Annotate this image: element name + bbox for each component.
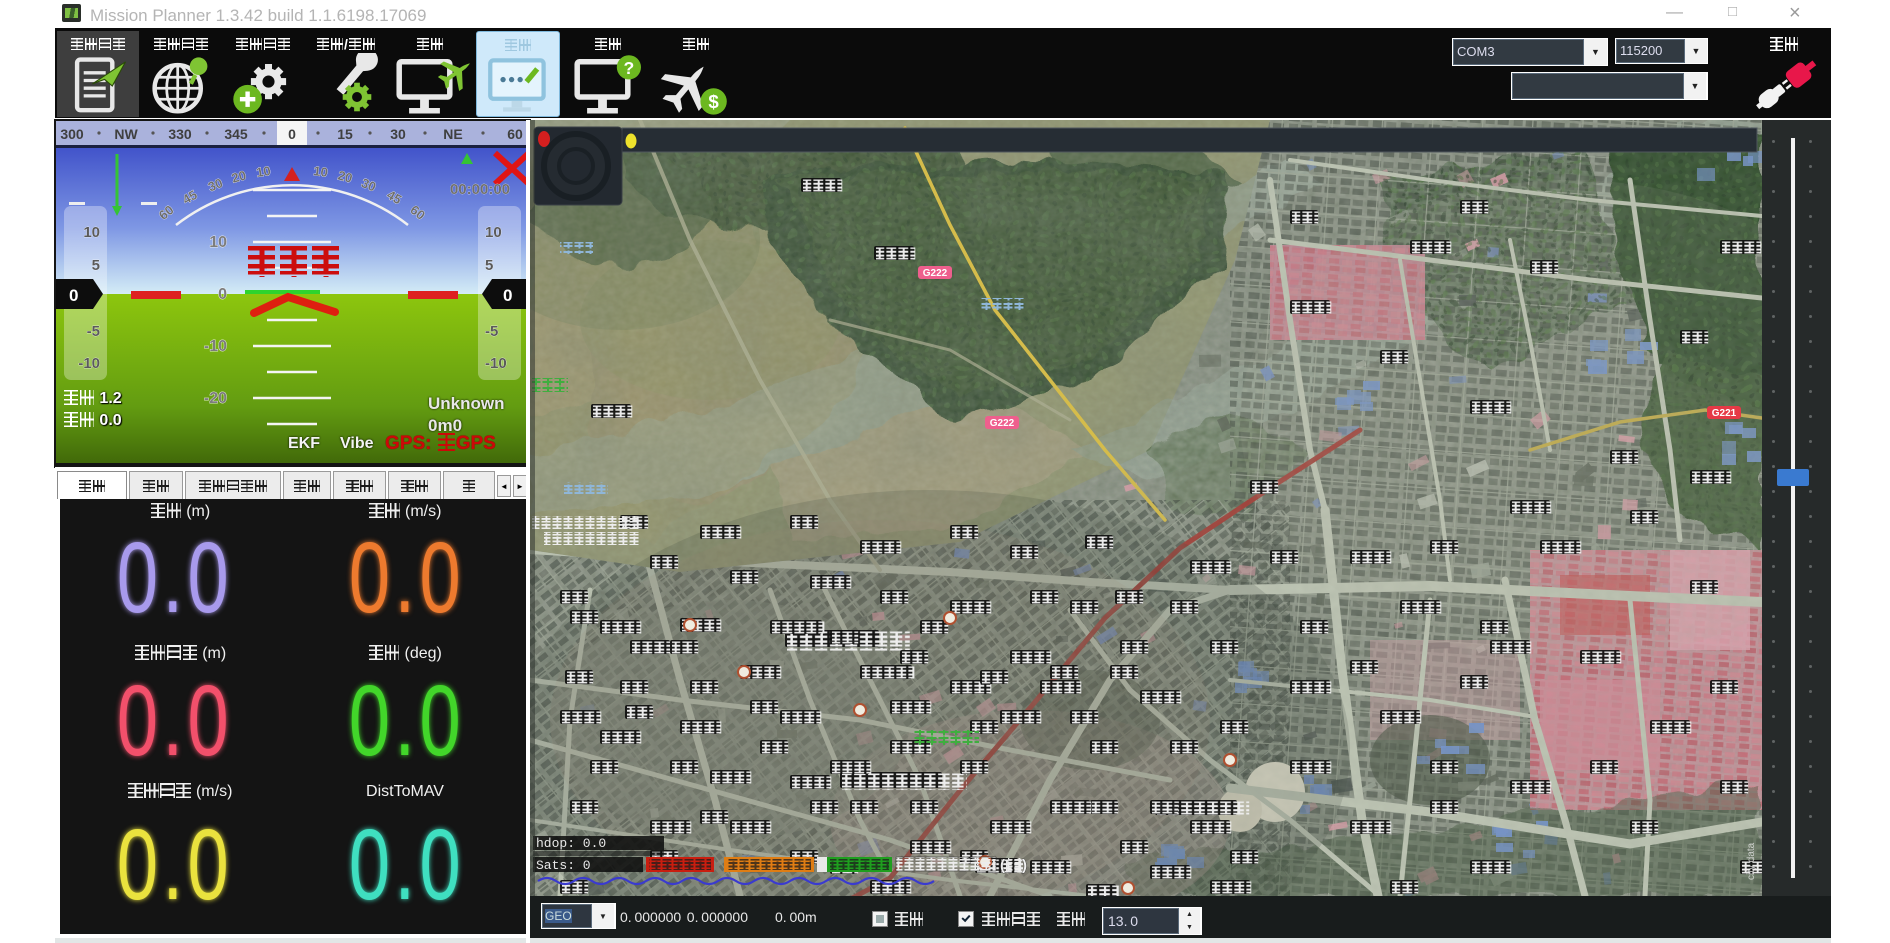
svg-text:10: 10 xyxy=(83,224,100,241)
svg-text:300: 300 xyxy=(60,126,84,142)
svg-text:G222: G222 xyxy=(990,418,1015,429)
svg-text:city data: city data xyxy=(1746,842,1757,880)
svg-text:hdop: 0.0: hdop: 0.0 xyxy=(536,836,606,851)
svg-text:-10: -10 xyxy=(78,355,100,372)
svg-text:10: 10 xyxy=(485,224,502,241)
svg-text:0: 0 xyxy=(503,286,512,305)
svg-text:NE: NE xyxy=(443,126,462,142)
svg-text:5: 5 xyxy=(485,257,493,274)
svg-text:345: 345 xyxy=(224,126,248,142)
svg-text:-10: -10 xyxy=(204,338,227,355)
svg-text:0: 0 xyxy=(288,126,296,142)
svg-text:?: ? xyxy=(624,58,635,78)
svg-text:60: 60 xyxy=(507,126,523,142)
svg-text:0: 0 xyxy=(218,286,227,303)
svg-text:30: 30 xyxy=(390,126,406,142)
svg-text:5: 5 xyxy=(92,257,100,274)
svg-text:G222: G222 xyxy=(923,268,948,279)
svg-text:10: 10 xyxy=(209,234,227,251)
svg-text:0: 0 xyxy=(69,286,78,305)
svg-text:-5: -5 xyxy=(87,323,100,340)
svg-text:00:00:00: 00:00:00 xyxy=(450,181,510,198)
svg-text:): ) xyxy=(1022,857,1027,874)
svg-text:(: ( xyxy=(1000,857,1005,874)
svg-text:G221: G221 xyxy=(1712,408,1737,419)
svg-text:Sats: 0: Sats: 0 xyxy=(536,858,591,873)
svg-text:330: 330 xyxy=(168,126,192,142)
svg-text:-20: -20 xyxy=(204,390,227,407)
svg-text:$: $ xyxy=(708,91,719,112)
svg-text:-5: -5 xyxy=(485,323,498,340)
svg-text:NW: NW xyxy=(114,126,138,142)
svg-text:10: 10 xyxy=(255,163,271,180)
svg-text:10: 10 xyxy=(312,163,328,180)
svg-text:-10: -10 xyxy=(485,355,507,372)
svg-text:15: 15 xyxy=(337,126,353,142)
